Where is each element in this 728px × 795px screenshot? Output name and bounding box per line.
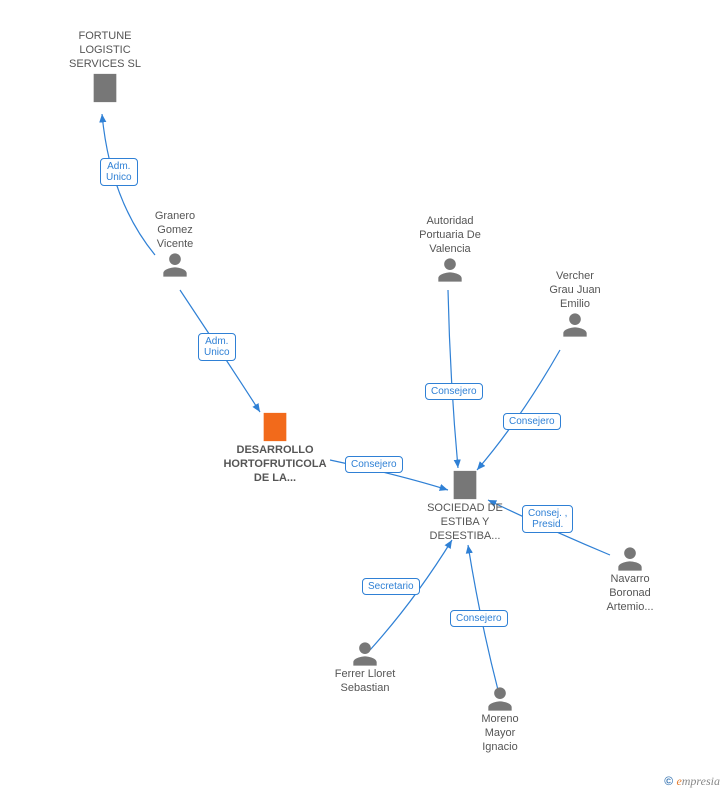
- node-autoridad[interactable]: AutoridadPortuaria DeValencia: [410, 215, 490, 284]
- edge-label-granero-desarrollo: Adm.Unico: [198, 333, 236, 361]
- person-icon: [540, 311, 610, 339]
- node-desarrollo[interactable]: DESARROLLOHORTOFRUTICOLADE LA...: [215, 410, 335, 485]
- node-sociedad[interactable]: SOCIEDAD DEESTIBA YDESESTIBA...: [425, 468, 505, 543]
- node-label: Ferrer LloretSebastian: [325, 668, 405, 696]
- node-label: GraneroGomezVicente: [140, 210, 210, 251]
- edge-label-vercher-sociedad: Consejero: [503, 413, 561, 430]
- node-ferrer[interactable]: Ferrer LloretSebastian: [325, 640, 405, 696]
- node-label: MorenoMayorIgnacio: [470, 713, 530, 754]
- footer-brand: © empresia: [664, 774, 720, 789]
- node-label: DESARROLLOHORTOFRUTICOLADE LA...: [215, 444, 335, 485]
- person-icon: [410, 256, 490, 284]
- node-moreno[interactable]: MorenoMayorIgnacio: [470, 685, 530, 754]
- node-vercher[interactable]: VercherGrau JuanEmilio: [540, 270, 610, 339]
- edge-label-granero-fortune: Adm.Unico: [100, 158, 138, 186]
- node-granero[interactable]: GraneroGomezVicente: [140, 210, 210, 279]
- node-label: FORTUNELOGISTICSERVICES SL: [60, 30, 150, 71]
- person-icon: [325, 640, 405, 668]
- building-icon: [425, 468, 505, 502]
- node-label: AutoridadPortuaria DeValencia: [410, 215, 490, 256]
- node-label: NavarroBoronadArtemio...: [595, 573, 665, 614]
- edge-label-navarro-sociedad: Consej. ,Presid.: [522, 505, 573, 533]
- node-label: SOCIEDAD DEESTIBA YDESESTIBA...: [425, 502, 505, 543]
- edge-label-ferrer-sociedad: Secretario: [362, 578, 420, 595]
- building-icon: [215, 410, 335, 444]
- building-icon: [60, 71, 150, 105]
- copyright-symbol: ©: [664, 774, 673, 788]
- person-icon: [595, 545, 665, 573]
- person-icon: [470, 685, 530, 713]
- edge-label-desarrollo-sociedad: Consejero: [345, 456, 403, 473]
- edge-label-moreno-sociedad: Consejero: [450, 610, 508, 627]
- brand-rest: mpresia: [682, 774, 720, 788]
- node-fortune[interactable]: FORTUNELOGISTICSERVICES SL: [60, 30, 150, 105]
- edge-label-autoridad-sociedad: Consejero: [425, 383, 483, 400]
- node-navarro[interactable]: NavarroBoronadArtemio...: [595, 545, 665, 614]
- node-label: VercherGrau JuanEmilio: [540, 270, 610, 311]
- person-icon: [140, 251, 210, 279]
